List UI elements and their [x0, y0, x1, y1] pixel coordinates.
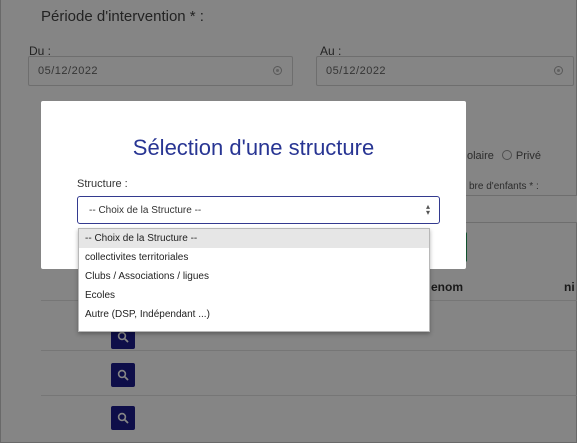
dropdown-option[interactable]: -- Choix de la Structure -- — [79, 229, 429, 248]
structure-select[interactable]: -- Choix de la Structure -- ▴ ▾ — [77, 196, 440, 224]
modal-title: Sélection d'une structure — [132, 135, 375, 160]
dropdown-option[interactable]: Clubs / Associations / ligues — [79, 267, 429, 286]
structure-dropdown-list: -- Choix de la Structure -- collectivite… — [78, 228, 430, 332]
dropdown-option[interactable]: Ecoles — [79, 286, 429, 305]
structure-select-value: -- Choix de la Structure -- — [89, 205, 202, 216]
structure-label: Structure : — [77, 178, 128, 190]
dropdown-option[interactable]: collectivites territoriales — [79, 248, 429, 267]
dropdown-option[interactable]: Autre (DSP, Indépendant ...) — [79, 305, 429, 324]
select-arrows-icon: ▴ ▾ — [425, 202, 430, 217]
